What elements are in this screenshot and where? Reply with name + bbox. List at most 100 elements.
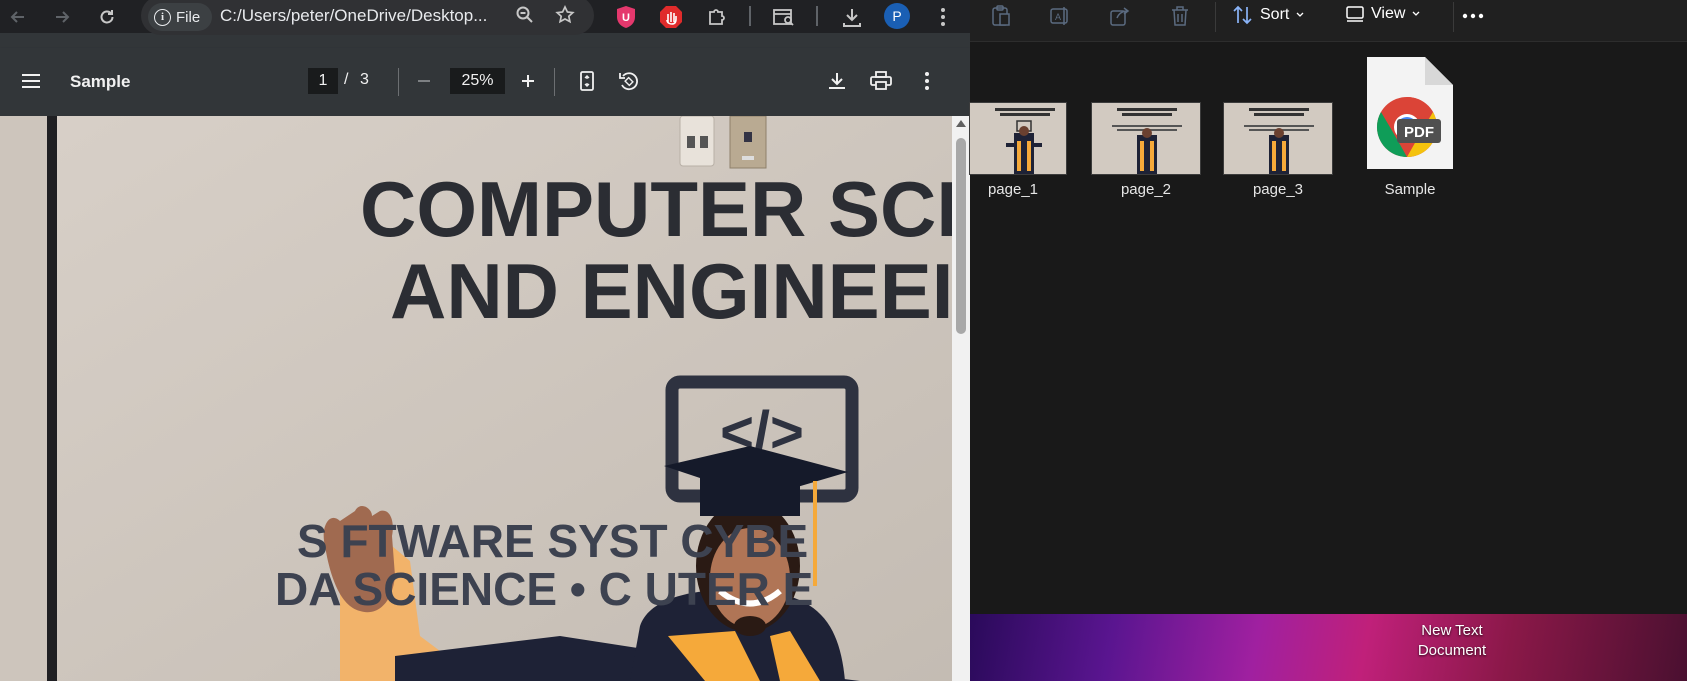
print-button[interactable] — [866, 66, 896, 96]
explorer-command-bar: A Sort View — [970, 0, 1687, 42]
menu-icon — [22, 74, 40, 88]
reload-icon — [100, 9, 114, 23]
view-icon — [1346, 6, 1364, 22]
image-thumbnail — [1223, 102, 1333, 175]
tab-search-button[interactable] — [771, 4, 797, 30]
rotate-button[interactable] — [614, 66, 644, 96]
image-thumbnail — [969, 102, 1067, 175]
view-button[interactable]: View — [1345, 4, 1421, 24]
file-name: page_2 — [1120, 181, 1172, 198]
back-button[interactable] — [0, 0, 36, 33]
toolbar-separator — [398, 68, 399, 96]
plus-icon — [522, 75, 534, 87]
zoom-button[interactable] — [510, 0, 540, 30]
bookmark-button[interactable] — [550, 0, 580, 30]
zoom-in-button[interactable] — [513, 66, 543, 96]
print-icon — [870, 71, 892, 90]
rename-button[interactable]: A — [1046, 2, 1074, 30]
more-horizontal-icon — [1462, 13, 1484, 19]
sidebar-toggle-button[interactable] — [16, 66, 46, 96]
reload-button[interactable] — [89, 0, 125, 33]
pdf-page-view[interactable]: </> COMPUTER SCI AND ENGINEEI S FTWARE S… — [0, 116, 952, 681]
chrome-pdf-file-icon: PDF — [1367, 57, 1453, 169]
explorer-file-area[interactable]: page_1 page_2 page_3 PDF Sample — [969, 43, 1687, 583]
page-number-input[interactable]: 1 — [308, 68, 338, 94]
pdf-toolbar: Sample 1 / 3 25% — [0, 48, 970, 116]
chevron-down-icon — [1412, 11, 1420, 16]
trash-icon — [1172, 6, 1188, 26]
chrome-window: i File C:/Users/peter/OneDrive/Desktop..… — [0, 0, 970, 681]
download-icon — [843, 9, 861, 27]
ublock-extension-icon: U — [617, 6, 635, 28]
chevron-down-icon — [1296, 12, 1304, 17]
command-separator — [1453, 2, 1454, 32]
browser-menu-button[interactable] — [930, 4, 956, 30]
share-button[interactable] — [1106, 2, 1134, 30]
share-icon — [1110, 7, 1130, 26]
minus-icon — [418, 80, 430, 82]
browser-toolbar: i File C:/Users/peter/OneDrive/Desktop..… — [0, 0, 970, 35]
desktop-icon-new-text-document[interactable]: New Text Document — [1397, 621, 1507, 661]
puzzle-icon — [709, 9, 725, 25]
view-label: View — [1371, 5, 1406, 22]
file-item-page-3[interactable]: page_3 — [1213, 53, 1343, 203]
explorer-status-area — [970, 583, 1687, 614]
delete-button[interactable] — [1166, 2, 1194, 30]
sign-line-4: DA SCIENCE • C UTER E — [275, 563, 813, 615]
pdf-more-button[interactable] — [912, 66, 942, 96]
sign-line-3: S FTWARE SYST CYBE — [297, 515, 808, 567]
file-name: Sample — [1384, 181, 1436, 198]
profile-avatar[interactable]: P — [884, 3, 910, 29]
pdf-badge: PDF — [1404, 124, 1434, 141]
site-info-label: File — [176, 8, 201, 26]
file-explorer-window: A Sort View page_1 page_2 page_3 PDF Sam… — [969, 0, 1687, 681]
page-total: 3 — [360, 71, 369, 88]
extensions-button[interactable] — [704, 4, 730, 30]
paste-icon — [992, 5, 1010, 26]
document-title: Sample — [70, 72, 131, 91]
file-item-page-2[interactable]: page_2 — [1081, 53, 1211, 203]
file-item-sample-pdf[interactable]: PDF Sample — [1345, 53, 1475, 203]
sort-label: Sort — [1260, 6, 1290, 23]
paste-button[interactable] — [987, 2, 1015, 30]
toolbar-separator — [749, 6, 751, 26]
zoom-input[interactable]: 25% — [450, 68, 505, 94]
svg-text:U: U — [622, 12, 630, 24]
arrow-left-icon — [10, 10, 24, 23]
star-icon — [555, 5, 575, 24]
fit-page-icon — [580, 71, 594, 91]
forward-button[interactable] — [44, 0, 80, 33]
toolbar-separator — [554, 68, 555, 96]
zoom-out-button[interactable] — [409, 66, 439, 96]
more-options-button[interactable] — [1459, 2, 1487, 30]
address-bar[interactable]: i File C:/Users/peter/OneDrive/Desktop..… — [141, 0, 594, 35]
site-info-chip[interactable]: i File — [148, 3, 212, 31]
fit-to-page-button[interactable] — [572, 66, 602, 96]
adblock-extension-button[interactable] — [658, 4, 684, 30]
image-thumbnail — [1091, 102, 1201, 175]
more-vertical-icon — [925, 72, 929, 90]
sign-line-2: AND ENGINEEI — [390, 247, 952, 335]
page-separator: / — [344, 71, 349, 88]
pdf-page-photo: </> COMPUTER SCI AND ENGINEEI S FTWARE S… — [0, 116, 952, 681]
ublock-extension-button[interactable]: U — [613, 4, 639, 30]
file-item-page-1[interactable]: page_1 — [948, 53, 1078, 203]
download-icon — [829, 73, 845, 89]
file-name: page_3 — [1252, 181, 1304, 198]
desktop-wallpaper — [970, 614, 1687, 681]
pdf-download-button[interactable] — [822, 66, 852, 96]
svg-text:A: A — [1055, 12, 1061, 22]
more-vertical-icon — [941, 8, 945, 26]
rename-icon: A — [1050, 7, 1068, 25]
toolbar-separator — [816, 6, 818, 26]
info-icon: i — [154, 8, 171, 26]
file-name: page_1 — [987, 181, 1039, 198]
tab-search-icon — [773, 9, 794, 26]
url-text[interactable]: C:/Users/peter/OneDrive/Desktop... — [220, 6, 487, 26]
arrow-right-icon — [56, 10, 70, 23]
sign-line-1: COMPUTER SCI — [360, 165, 952, 253]
rotate-icon — [619, 72, 638, 91]
zoom-icon — [516, 6, 533, 23]
downloads-button[interactable] — [839, 4, 865, 30]
sort-button[interactable]: Sort — [1232, 4, 1305, 26]
